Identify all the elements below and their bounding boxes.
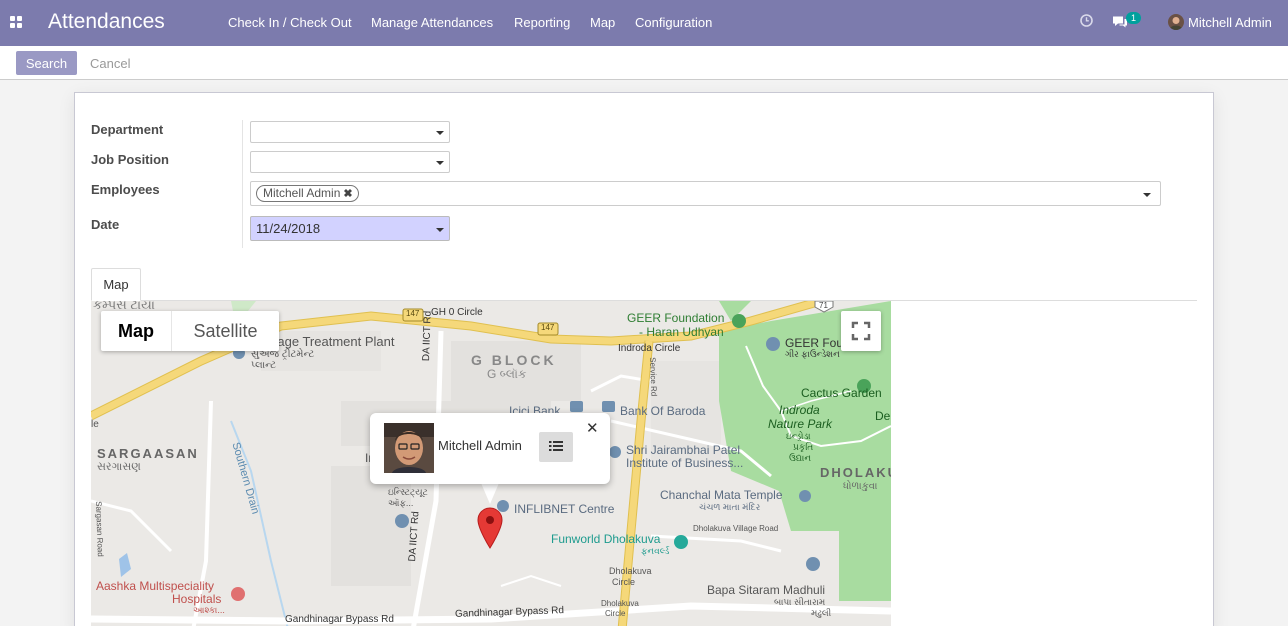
- map-label: Funworld Dholakuva: [551, 532, 661, 546]
- map-label: ફનવર્લ્ડ: [641, 546, 670, 556]
- map-label: G BLOCK: [471, 352, 557, 368]
- apps-icon[interactable]: [10, 16, 22, 28]
- map-label: Cactus Garden: [801, 386, 882, 400]
- user-avatar[interactable]: [1168, 14, 1184, 30]
- job-position-label: Job Position: [91, 152, 169, 167]
- map-label: Hospitals: [172, 592, 222, 606]
- label-separator: [242, 120, 243, 248]
- map-label: INFLIBNET Centre: [514, 502, 615, 516]
- menu-check-in-out[interactable]: Check In / Check Out: [228, 15, 352, 30]
- chevron-down-icon: [436, 131, 444, 135]
- map-type-control: Map Satellite: [101, 311, 279, 351]
- map-label: Circle: [605, 609, 626, 618]
- map-label: ચંચળ માતા મંદિર: [699, 502, 761, 512]
- map-label: SARGAASAN: [97, 446, 199, 461]
- popup-tail: [481, 483, 499, 504]
- map-label: ગીર ફાઉન્ડેશન: [785, 349, 840, 359]
- map-label: Dholakuva: [609, 566, 652, 576]
- map-label: Chanchal Mata Temple: [660, 488, 783, 502]
- map-widget[interactable]: કેમ્પસ ટાયા 147 147 71 GH 0 Circle GEER …: [91, 301, 891, 626]
- map-label: DHOLAKU: [820, 465, 891, 480]
- chevron-down-icon: [1143, 193, 1151, 197]
- map-label: પ્રકૃતિ: [793, 442, 814, 452]
- menu-reporting[interactable]: Reporting: [514, 15, 570, 30]
- map-label: le: [91, 419, 99, 430]
- map-label: Indroda Circle: [618, 343, 681, 354]
- map-type-satellite-button[interactable]: Satellite: [172, 311, 279, 351]
- map-label: Institute of Business...: [626, 456, 744, 470]
- department-label: Department: [91, 122, 164, 137]
- map-label: ઑફ...: [388, 498, 414, 508]
- map-label: Shri Jairambhai Patel: [626, 443, 741, 457]
- map-label: ધોળાકુવા: [843, 481, 878, 492]
- menu-map[interactable]: Map: [590, 15, 615, 30]
- map-label: - Haran Udhyan: [639, 325, 724, 339]
- remove-tag-icon[interactable]: ✖: [343, 188, 352, 200]
- chevron-down-icon: [436, 228, 444, 232]
- clock-icon[interactable]: [1080, 14, 1093, 27]
- map-label: Service Rd: [648, 357, 659, 397]
- map-label: ઇન્ડ્રોડા: [786, 431, 811, 441]
- map-label: wage Treatment Plant: [268, 334, 395, 349]
- route-shield-71: 71: [819, 301, 828, 310]
- job-position-select[interactable]: [250, 151, 450, 173]
- employees-select[interactable]: Mitchell Admin ✖: [250, 181, 1161, 206]
- employee-photo: [384, 423, 434, 473]
- map-label: ઉદ્યાન: [789, 453, 812, 463]
- top-navbar: Attendances Check In / Check Out Manage …: [0, 0, 1288, 46]
- map-label: Gandhinagar Bypass Rd: [285, 614, 394, 625]
- map-label: Dholakuva Village Road: [693, 524, 779, 533]
- open-list-button[interactable]: [539, 432, 573, 462]
- map-type-map-button[interactable]: Map: [101, 311, 171, 351]
- fullscreen-button[interactable]: [841, 311, 881, 351]
- map-label: Circle: [612, 577, 636, 587]
- map-label: આશ્કા...: [193, 605, 225, 615]
- map-label: De: [875, 409, 891, 423]
- menu-configuration[interactable]: Configuration: [635, 15, 712, 30]
- map-label: Nature Park: [768, 417, 833, 431]
- map-label: પ્લાન્ટ: [251, 360, 277, 371]
- marker-info-popup: Mitchell Admin ✕: [370, 413, 610, 484]
- map-label: Indroda: [779, 403, 820, 417]
- map-label: ઇન્સ્ટિટ્યૂટ: [388, 487, 428, 497]
- messages-count-badge: 1: [1126, 12, 1141, 24]
- close-icon[interactable]: ✕: [586, 419, 599, 437]
- map-label: Dholakuva: [601, 599, 639, 608]
- route-shield-147: 147: [406, 309, 420, 318]
- employees-label: Employees: [91, 182, 160, 197]
- user-menu[interactable]: Mitchell Admin: [1188, 15, 1272, 30]
- map-label: Aashka Multispeciality: [96, 579, 215, 593]
- app-title: Attendances: [48, 10, 165, 33]
- route-shield-147: 147: [541, 323, 555, 332]
- map-label: DA IICT Rd: [421, 310, 434, 362]
- fullscreen-icon: [851, 321, 871, 341]
- map-label: મઢુલી: [811, 608, 832, 618]
- search-button[interactable]: Search: [16, 51, 77, 75]
- employee-tag: Mitchell Admin ✖: [256, 185, 359, 202]
- employee-tag-label: Mitchell Admin: [263, 186, 341, 200]
- menu-manage-attendances[interactable]: Manage Attendances: [371, 15, 493, 30]
- map-label: G બ્લૉક: [487, 367, 527, 381]
- chevron-down-icon: [436, 161, 444, 165]
- map-label: GEER Foundation: [627, 311, 725, 325]
- map-label: GH 0 Circle: [431, 307, 483, 318]
- list-icon: [549, 440, 563, 451]
- control-panel: Search Cancel: [0, 46, 1288, 80]
- form-sheet: Department Job Position Employees Date M…: [74, 92, 1214, 626]
- tab-map[interactable]: Map: [91, 268, 141, 301]
- map-label: બાપા સીતારામ: [774, 597, 826, 607]
- date-input[interactable]: 11/24/2018: [250, 216, 450, 241]
- cancel-button[interactable]: Cancel: [90, 56, 130, 71]
- map-label: સરગાસણ: [97, 461, 141, 473]
- map-label: Sargasan Road: [94, 501, 105, 557]
- map-label: GEER Foun: [785, 336, 850, 350]
- date-label: Date: [91, 217, 120, 232]
- popup-employee-name: Mitchell Admin: [438, 438, 522, 453]
- department-select[interactable]: [250, 121, 450, 143]
- date-value: 11/24/2018: [256, 221, 321, 236]
- map-label: Bank Of Baroda: [620, 404, 706, 418]
- map-label: Bapa Sitaram Madhuli: [707, 583, 826, 597]
- map-marker-icon[interactable]: [477, 507, 503, 549]
